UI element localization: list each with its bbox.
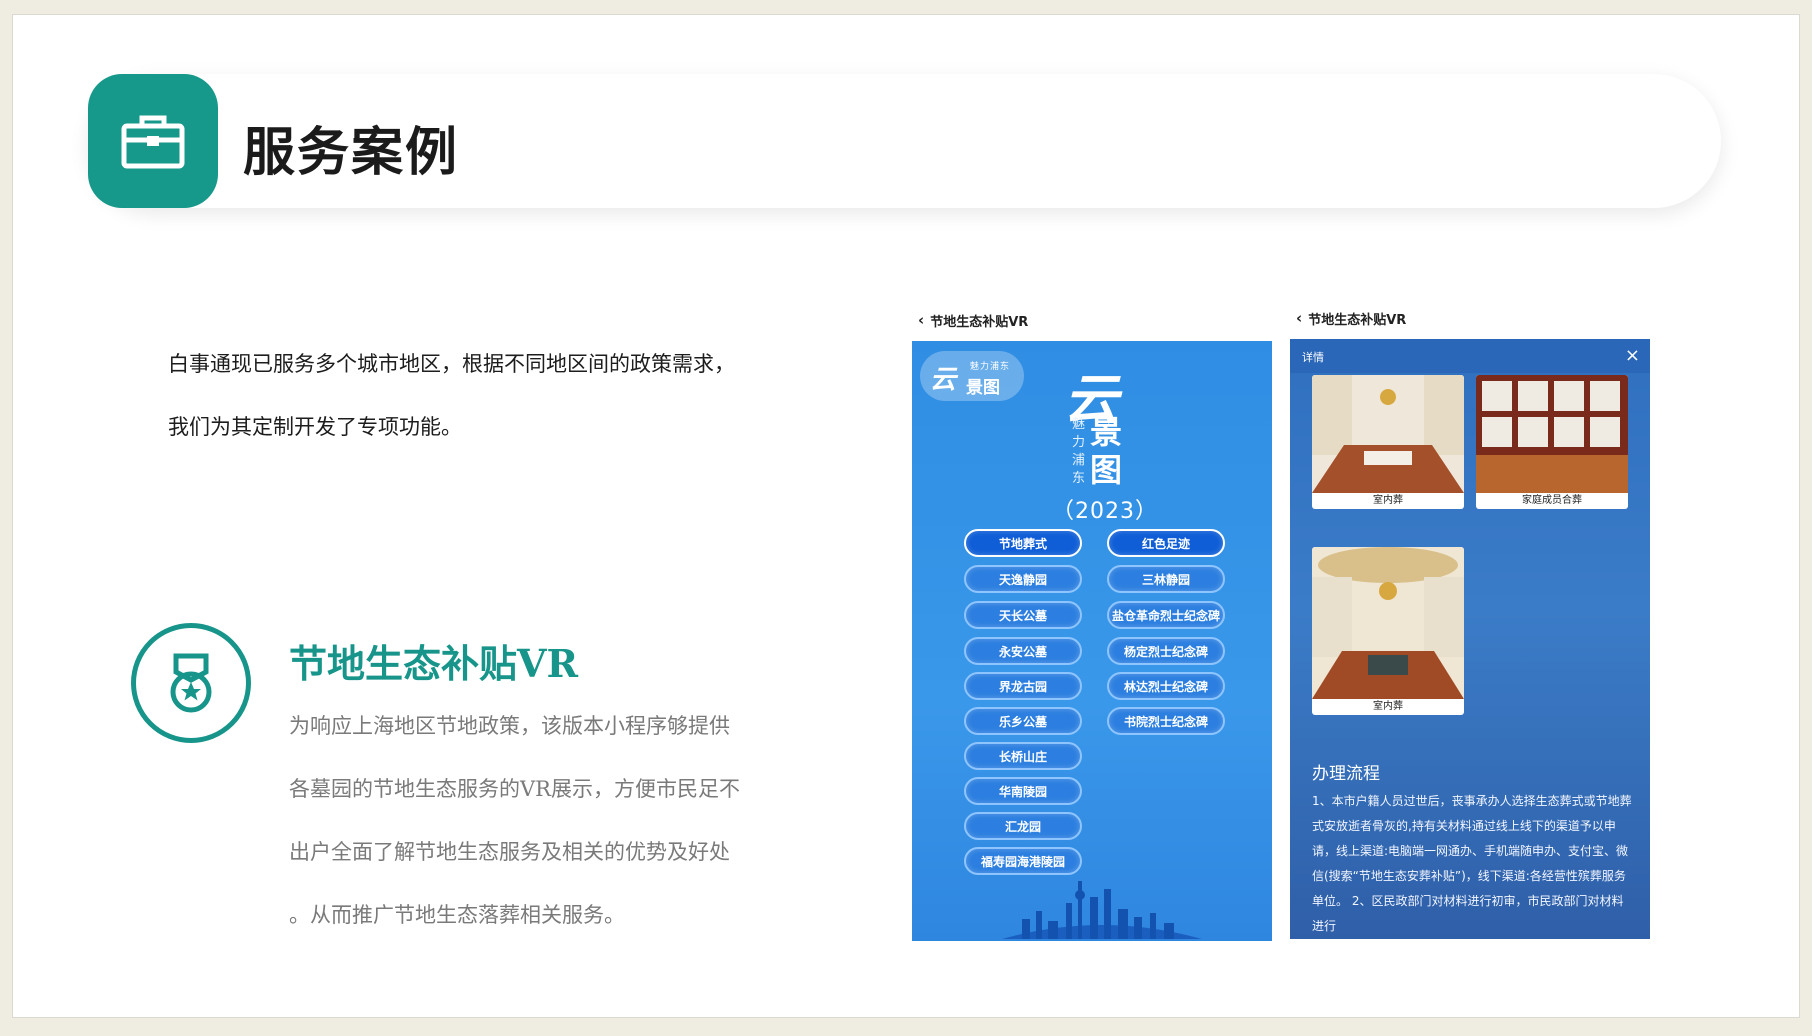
- process-text: 1、本市户籍人员过世后，丧事承办人选择生态葬式或节地葬式安放逝者骨灰的,持有关材…: [1312, 794, 1632, 933]
- intro-line: 我们为其定制开发了专项功能。: [168, 415, 462, 439]
- page-title: 服务案例: [243, 122, 460, 183]
- process-title: 办理流程: [1312, 764, 1380, 784]
- vr-button[interactable]: 三林静园: [1107, 565, 1225, 593]
- feature-line: 各墓园的节地生态服务的VR展示，方便市民足不: [289, 777, 740, 801]
- vr-button[interactable]: 天逸静园: [964, 565, 1082, 593]
- vr-button[interactable]: 华南陵园: [964, 777, 1082, 805]
- intro-line: 白事通现已服务多个城市地区，根据不同地区间的政策需求，: [168, 352, 735, 376]
- photo-caption: 室内葬: [1373, 701, 1403, 712]
- logo-yun: 云: [930, 365, 957, 395]
- logo-jt: 景图: [966, 378, 1000, 398]
- detail-header-label: 详情: [1302, 351, 1324, 364]
- back-icon[interactable]: ‹: [1296, 309, 1302, 327]
- room-photo: [1312, 547, 1464, 699]
- city-skyline-icon: [1002, 881, 1202, 939]
- vr-button[interactable]: 盐仓革命烈士纪念碑: [1107, 601, 1225, 629]
- vr-button[interactable]: 长桥山庄: [964, 742, 1082, 770]
- room-photo: [1476, 375, 1628, 493]
- vr-button[interactable]: 节地葬式: [964, 529, 1082, 557]
- phone-nav-title: 节地生态补贴VR: [930, 314, 1029, 330]
- detail-screen: 详情 × 室内葬 家庭成员合葬 室内葬 办理流程 1、本市户籍人员过世后，丧事承…: [1290, 339, 1650, 939]
- vr-button[interactable]: 天长公墓: [964, 601, 1082, 629]
- briefcase-icon: [121, 115, 185, 169]
- vr-button[interactable]: 杨定烈士纪念碑: [1107, 637, 1225, 665]
- feature-title: 节地生态补贴VR: [289, 641, 579, 686]
- logo-pill: 云 魅力浦东 景图: [920, 351, 1024, 401]
- slide: 服务案例 白事通现已服务多个城市地区，根据不同地区间的政策需求， 我们为其定制开…: [12, 14, 1800, 1018]
- medal-badge: [131, 623, 251, 743]
- intro-text: 白事通现已服务多个城市地区，根据不同地区间的政策需求， 我们为其定制开发了专项功…: [168, 333, 808, 459]
- vertical-subtitle: 魅力浦东: [1072, 417, 1086, 486]
- vr-button[interactable]: 永安公墓: [964, 637, 1082, 665]
- feature-description: 为响应上海地区节地政策，该版本小程序够提供 各墓园的节地生态服务的VR展示，方便…: [289, 695, 779, 947]
- vr-button[interactable]: 书院烈士纪念碑: [1107, 707, 1225, 735]
- photo-caption: 室内葬: [1373, 495, 1403, 506]
- year-label: （2023）: [1052, 499, 1158, 524]
- vr-button[interactable]: 界龙古园: [964, 672, 1082, 700]
- photo-caption: 家庭成员合葬: [1522, 495, 1582, 506]
- logo-small-text: 魅力浦东: [970, 362, 1011, 372]
- back-icon[interactable]: ‹: [918, 311, 924, 329]
- phone-nav-bar: ‹ 节地生态补贴VR: [1290, 303, 1650, 333]
- vr-button[interactable]: 林达烈士纪念碑: [1107, 672, 1225, 700]
- photo-card[interactable]: 室内葬: [1312, 547, 1464, 715]
- photo-card[interactable]: 室内葬: [1312, 375, 1464, 509]
- feature-line: 为响应上海地区节地政策，该版本小程序够提供: [289, 714, 730, 738]
- photo-card[interactable]: 家庭成员合葬: [1476, 375, 1628, 509]
- vr-button[interactable]: 红色足迹: [1107, 529, 1225, 557]
- close-icon[interactable]: ×: [1625, 345, 1640, 366]
- feature-line: 出户全面了解节地生态服务及相关的优势及好处: [289, 840, 730, 864]
- vertical-title: 景图: [1090, 413, 1123, 489]
- vr-button[interactable]: 乐乡公墓: [964, 707, 1082, 735]
- medal-icon: [170, 653, 212, 713]
- room-photo: [1312, 375, 1464, 493]
- title-icon-box: [88, 74, 218, 208]
- detail-header: 详情 ×: [1290, 339, 1650, 373]
- phone-screenshot-1: ‹ 节地生态补贴VR 云 魅力浦东 景图 云 魅力浦东 景图 （2023） 节地…: [912, 305, 1272, 941]
- phone-screenshot-2: ‹ 节地生态补贴VR 详情 × 室内葬 家庭成员合葬 室内葬 办理流程 1、本市…: [1290, 303, 1650, 941]
- vr-button[interactable]: 汇龙园: [964, 812, 1082, 840]
- vr-menu-screen: 云 魅力浦东 景图 云 魅力浦东 景图 （2023） 节地葬式 天逸静园 天长公…: [912, 341, 1272, 941]
- phone-nav-title: 节地生态补贴VR: [1308, 312, 1407, 328]
- feature-line: 。从而推广节地生态落葬相关服务。: [289, 903, 625, 927]
- phone-nav-bar: ‹ 节地生态补贴VR: [912, 305, 1272, 335]
